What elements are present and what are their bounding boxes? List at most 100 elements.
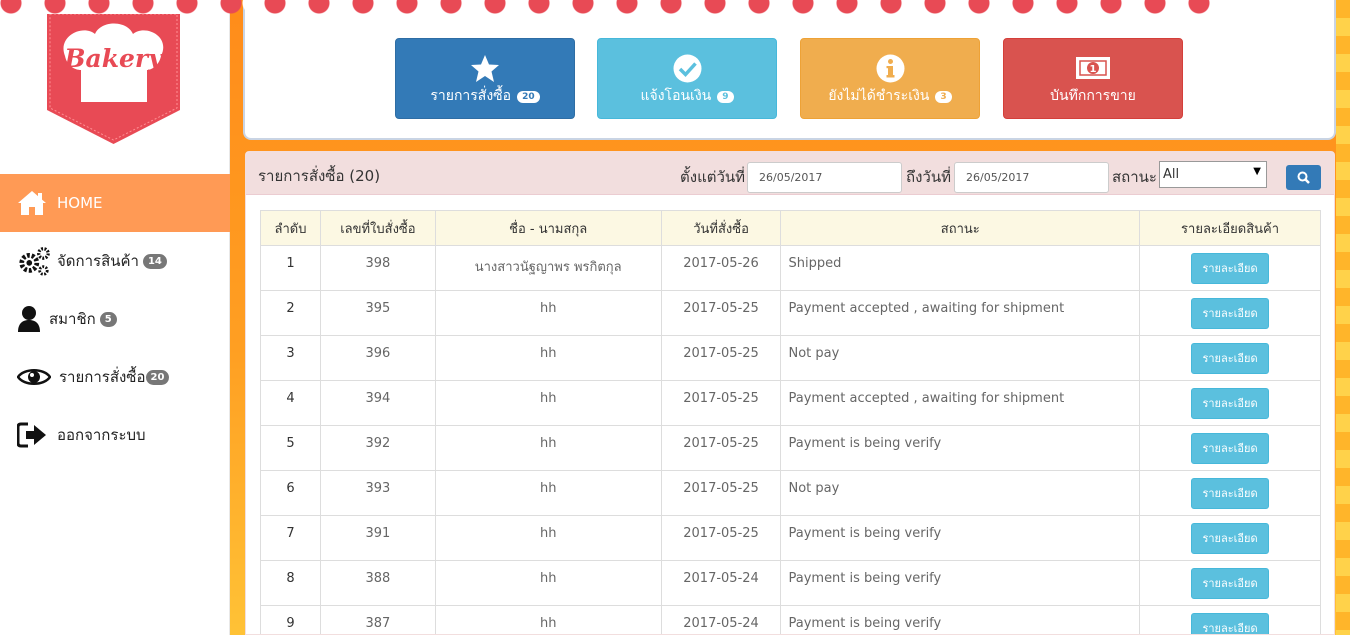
count-badge: 5: [99, 311, 117, 327]
stripe-decoration: [1336, 0, 1350, 635]
order-date: 2017-05-24: [660, 560, 782, 606]
detail-button[interactable]: รายละเอียด: [1191, 568, 1270, 599]
sidebar-item-label: จัดการสินค้า: [57, 252, 139, 270]
column-header: ชื่อ - นามสกุล: [434, 210, 662, 246]
sidebar-item-logout[interactable]: ออกจากระบบ: [0, 406, 230, 464]
detail-cell: รายละเอียด: [1139, 470, 1321, 516]
order-date: 2017-05-25: [660, 470, 782, 516]
table-row: 1 398 นางสาวนัฐญาพร พรกิตกุล 2017-05-26 Ship…: [260, 245, 1321, 291]
detail-button[interactable]: รายละเอียด: [1191, 523, 1270, 554]
orders-panel: รายการสั่งซื้อ (20) ตั้งแต่วันที่ 26/05/…: [245, 151, 1335, 635]
user-icon: [17, 303, 43, 335]
table-row: 4 394 hh 2017-05-25 Payment accepted , await…: [260, 380, 1321, 426]
sidebar-item-label: รายการสั่งซื้อ: [59, 368, 146, 386]
customer-name: hh: [434, 335, 662, 381]
customer-name: hh: [434, 380, 662, 426]
sidebar-item-label: ออกจากระบบ: [57, 426, 146, 444]
unpaid-button[interactable]: ยังไม่ได้ชำระเงิน 3: [800, 38, 980, 119]
customer-name: hh: [434, 470, 662, 516]
order-date: 2017-05-24: [660, 605, 782, 634]
to-date-label: ถึงวันที่: [906, 168, 951, 186]
count-badge: 20: [517, 91, 540, 103]
sidebar-item-home[interactable]: HOME: [0, 174, 230, 232]
sales-record-button[interactable]: 1 บันทึกการขาย: [1003, 38, 1183, 119]
row-number: 5: [260, 425, 321, 471]
dashboard-panel: รายการสั่งซื้อ 20 แจ้งโอนเงิน 9 ยังไม่ได้ช…: [243, 0, 1336, 140]
home-icon: [17, 187, 51, 219]
count-badge: 20: [145, 369, 170, 385]
table-row: 2 395 hh 2017-05-25 Payment accepted , await…: [260, 290, 1321, 336]
detail-cell: รายละเอียด: [1139, 380, 1321, 426]
orders-table-body: 1 398 นางสาวนัฐญาพร พรกิตกุล 2017-05-26 Ship…: [260, 245, 1321, 634]
count-badge: 9: [717, 91, 734, 103]
gears-icon: [17, 245, 51, 277]
customer-name: hh: [434, 560, 662, 606]
customer-name: hh: [434, 605, 662, 634]
order-date: 2017-05-25: [660, 380, 782, 426]
table-header-row: ลำดับ เลขที่ใบสั่งซื้อ ชื่อ - นามสกุล วั…: [260, 210, 1321, 246]
order-date: 2017-05-25: [660, 290, 782, 336]
customer-name: hh: [434, 425, 662, 471]
order-date: 2017-05-26: [660, 245, 782, 291]
detail-cell: รายละเอียด: [1139, 515, 1321, 561]
dropdown-arrow-icon: ▼: [1253, 166, 1261, 177]
sidebar-item-label: สมาชิก: [49, 310, 96, 328]
button-label: แจ้งโอนเงิน: [640, 88, 712, 104]
order-number: 387: [319, 605, 436, 634]
row-number: 7: [260, 515, 321, 561]
from-date-input[interactable]: 26/05/2017: [747, 162, 902, 193]
table-row: 9 387 hh 2017-05-24 Payment is being verify ร…: [260, 605, 1321, 634]
detail-button[interactable]: รายละเอียด: [1191, 433, 1270, 464]
detail-button[interactable]: รายละเอียด: [1191, 343, 1270, 374]
order-number: 396: [319, 335, 436, 381]
detail-button[interactable]: รายละเอียด: [1191, 478, 1270, 509]
bakery-logo[interactable]: Bakery: [47, 13, 180, 144]
detail-button[interactable]: รายละเอียด: [1191, 253, 1270, 284]
order-status: Payment accepted , awaiting for shipment: [780, 380, 1141, 426]
order-number: 395: [319, 290, 436, 336]
sidebar-item-orders[interactable]: รายการสั่งซื้อ 20: [0, 348, 230, 406]
detail-cell: รายละเอียด: [1139, 245, 1321, 291]
to-date-input[interactable]: 26/05/2017: [954, 162, 1109, 193]
order-date: 2017-05-25: [660, 515, 782, 561]
detail-cell: รายละเอียด: [1139, 605, 1321, 634]
svg-text:1: 1: [1090, 64, 1097, 75]
search-button[interactable]: [1286, 165, 1321, 190]
row-number: 1: [260, 245, 321, 291]
orders-summary-button[interactable]: รายการสั่งซื้อ 20: [395, 38, 575, 119]
money-icon: 1: [1004, 53, 1182, 83]
order-status: Payment accepted , awaiting for shipment: [780, 290, 1141, 336]
detail-cell: รายละเอียด: [1139, 560, 1321, 606]
table-row: 8 388 hh 2017-05-24 Payment is being verify ร…: [260, 560, 1321, 606]
status-filter-label: สถานะ: [1112, 168, 1157, 186]
detail-button[interactable]: รายละเอียด: [1191, 388, 1270, 419]
order-number: 394: [319, 380, 436, 426]
status-select[interactable]: All ▼: [1159, 161, 1267, 188]
detail-button[interactable]: รายละเอียด: [1191, 613, 1270, 634]
logo-badge-icon: [47, 13, 180, 144]
from-date-label: ตั้งแต่วันที่: [680, 168, 746, 186]
column-header: รายละเอียดสินค้า: [1139, 210, 1321, 246]
order-status: Payment is being verify: [780, 560, 1141, 606]
sidebar-item-products[interactable]: จัดการสินค้า 14: [0, 232, 230, 290]
order-number: 392: [319, 425, 436, 471]
orders-panel-header: รายการสั่งซื้อ (20) ตั้งแต่วันที่ 26/05/…: [246, 152, 1334, 195]
column-header: สถานะ: [780, 210, 1141, 246]
detail-button[interactable]: รายละเอียด: [1191, 298, 1270, 329]
order-status: Payment is being verify: [780, 605, 1141, 634]
sidebar: Bakery HOME จัดการสินค้า 14 สมาชิก 5 ราย…: [0, 0, 230, 635]
sidebar-item-members[interactable]: สมาชิก 5: [0, 290, 230, 348]
table-row: 5 392 hh 2017-05-25 Payment is being verify ร…: [260, 425, 1321, 471]
customer-name: hh: [434, 290, 662, 336]
logo-text: Bakery: [64, 44, 163, 73]
orders-title: รายการสั่งซื้อ (20): [258, 167, 381, 185]
detail-cell: รายละเอียด: [1139, 335, 1321, 381]
row-number: 6: [260, 470, 321, 516]
status-select-value: All: [1163, 167, 1180, 182]
row-number: 8: [260, 560, 321, 606]
row-number: 2: [260, 290, 321, 336]
row-number: 3: [260, 335, 321, 381]
check-circle-icon: [598, 53, 776, 83]
order-status: Shipped: [780, 245, 1141, 291]
payment-notify-button[interactable]: แจ้งโอนเงิน 9: [597, 38, 777, 119]
